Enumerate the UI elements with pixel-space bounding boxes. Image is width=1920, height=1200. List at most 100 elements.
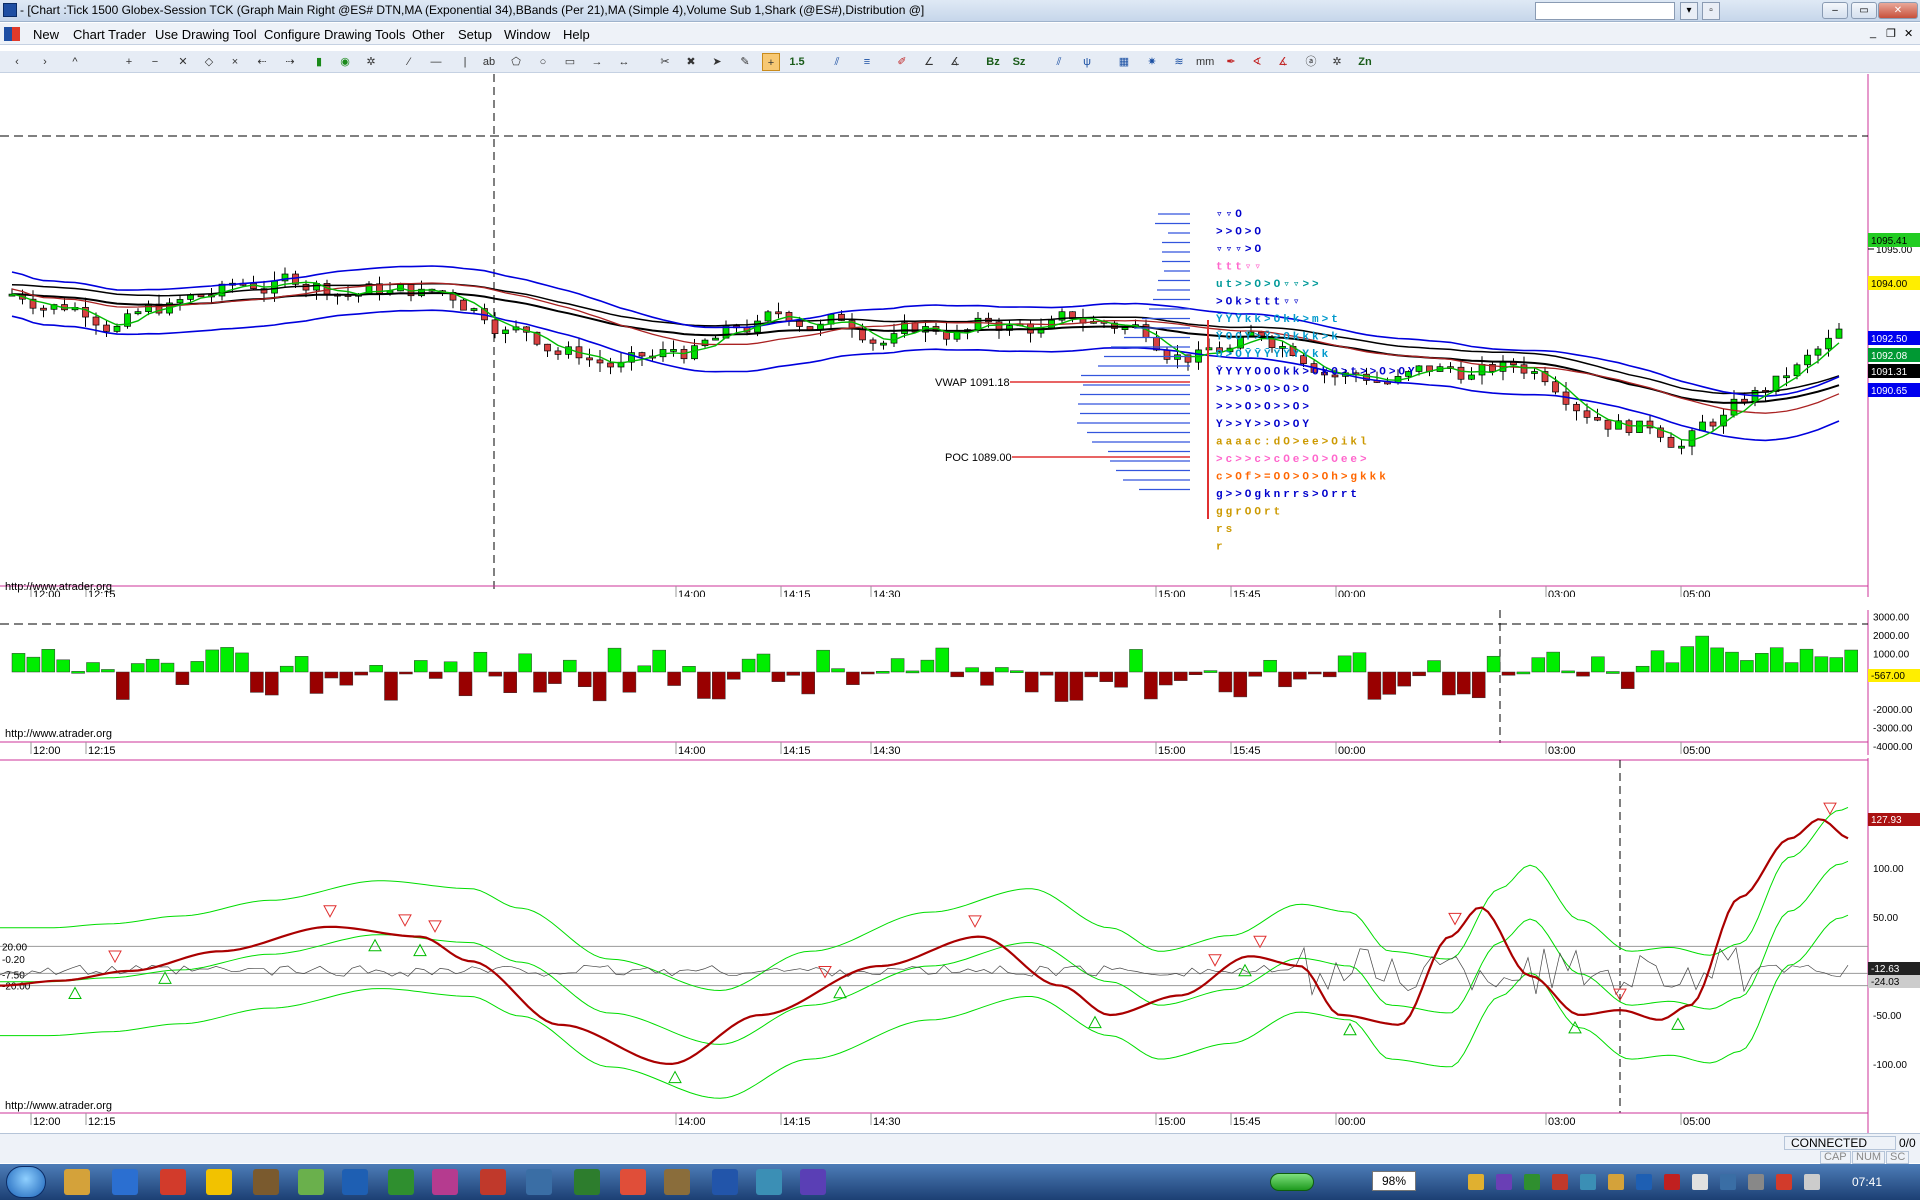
color-icon[interactable]: ▦ — [1115, 53, 1133, 71]
taskbar-app-icon[interactable] — [206, 1169, 232, 1195]
pointer-icon[interactable]: ➤ — [708, 53, 726, 71]
menu-window[interactable]: Window — [504, 27, 550, 42]
taskbar-app-icon[interactable] — [756, 1169, 782, 1195]
symbol-go-button[interactable]: ▫ — [1702, 2, 1720, 20]
angle-icon[interactable]: ∡ — [946, 53, 964, 71]
menu-other[interactable]: Other — [412, 27, 445, 42]
scroll-right-icon[interactable]: › — [36, 53, 54, 71]
tray-icon-11[interactable] — [1748, 1174, 1764, 1190]
taskbar-clock[interactable]: 07:41 — [1852, 1175, 1882, 1189]
oscillator-panel[interactable]: 150.00100.0050.000-50.00-100.0020.00-0.2… — [0, 758, 1920, 1133]
taskbar-app-icon[interactable] — [800, 1169, 826, 1195]
vertical-line-icon[interactable]: | — [456, 53, 474, 71]
delete-drawing-icon[interactable]: ✂ — [656, 53, 674, 71]
symbol-dropdown-button[interactable]: ▾ — [1680, 2, 1698, 20]
tray-icon-6[interactable] — [1608, 1174, 1624, 1190]
arrow-icon[interactable]: → — [588, 53, 606, 71]
diamond-icon[interactable]: ◇ — [200, 53, 218, 71]
bz-button[interactable]: Bz — [984, 53, 1002, 71]
tray-icon-10[interactable] — [1720, 1174, 1736, 1190]
x-marker-icon[interactable]: × — [226, 53, 244, 71]
tray-icon-5[interactable] — [1580, 1174, 1596, 1190]
double-arrow-icon[interactable]: ↔ — [615, 53, 633, 71]
cross-icon[interactable]: ✕ — [174, 53, 192, 71]
menu-configure-drawing-tools[interactable]: Configure Drawing Tools — [264, 27, 405, 42]
marker-icon[interactable]: ✐ — [893, 53, 911, 71]
volume-panel-url[interactable]: http://www.atrader.org — [5, 728, 112, 740]
taskbar-app-icon[interactable] — [160, 1169, 186, 1195]
tray-icon-1[interactable] — [1468, 1174, 1484, 1190]
pitchfork-icon[interactable]: ψ — [1078, 53, 1096, 71]
taskbar-app-icon[interactable] — [112, 1169, 138, 1195]
minimize-button[interactable]: ‒ — [1822, 2, 1848, 19]
ratio-button[interactable]: 1.5 — [788, 53, 806, 71]
taskbar-app-icon[interactable] — [253, 1169, 279, 1195]
close-button[interactable]: ✕ — [1878, 2, 1918, 19]
battery-percent[interactable]: 98% — [1372, 1171, 1416, 1191]
angle2-icon[interactable]: ∢ — [1248, 53, 1266, 71]
tray-icon-9[interactable] — [1692, 1174, 1708, 1190]
tray-icon-4[interactable] — [1552, 1174, 1568, 1190]
taskbar-app-icon[interactable] — [574, 1169, 600, 1195]
restore-button[interactable]: ▭ — [1851, 2, 1877, 19]
tray-icon-7[interactable] — [1636, 1174, 1652, 1190]
main-chart-url[interactable]: http://www.atrader.org — [5, 581, 112, 593]
taskbar-app-icon[interactable] — [526, 1169, 552, 1195]
menu-use-drawing-tool[interactable]: Use Drawing Tool — [155, 27, 257, 42]
mm-button[interactable]: mm — [1196, 53, 1214, 71]
ab-shape-icon[interactable]: ⓐ — [1302, 53, 1320, 71]
taskbar-app-icon[interactable] — [620, 1169, 646, 1195]
fib-icon[interactable]: ⫽ — [828, 53, 846, 71]
ellipse-icon[interactable]: ○ — [534, 53, 552, 71]
zn-button[interactable]: Zn — [1356, 53, 1374, 71]
volume-tray-icon[interactable] — [1804, 1174, 1820, 1190]
mdi-close-button[interactable]: ✕ — [1904, 27, 1913, 40]
rectangle-icon[interactable]: ▭ — [561, 53, 579, 71]
horizontal-line-icon[interactable]: — — [427, 53, 445, 71]
pen-icon[interactable]: ✒ — [1222, 53, 1240, 71]
dash-icon[interactable]: − — [146, 53, 164, 71]
mdi-minimize-button[interactable]: _ — [1870, 27, 1876, 39]
angle3-icon[interactable]: ∡ — [1274, 53, 1292, 71]
line-icon[interactable]: ⁄ — [400, 53, 418, 71]
peak-icon[interactable]: ^ — [66, 53, 84, 71]
crosshair-cursor-icon[interactable]: + — [762, 53, 780, 71]
polygon-icon[interactable]: ⬠ — [507, 53, 525, 71]
taskbar-app-icon[interactable] — [480, 1169, 506, 1195]
text-tool-button[interactable]: ab — [480, 53, 498, 71]
taskbar-app-icon[interactable] — [298, 1169, 324, 1195]
arrow-right-icon[interactable]: ⇢ — [281, 53, 299, 71]
main-price-chart[interactable]: 1095.001090.001095.411094.001092.501092.… — [0, 74, 1920, 597]
star-icon[interactable]: ✷ — [1143, 53, 1161, 71]
lines-icon[interactable]: ≋ — [1170, 53, 1188, 71]
tray-icon-8[interactable] — [1664, 1174, 1680, 1190]
menu-help[interactable]: Help — [563, 27, 590, 42]
delete-all-icon[interactable]: ✖ — [682, 53, 700, 71]
mdi-restore-button[interactable]: ❐ — [1886, 27, 1896, 40]
fib-retracement-icon[interactable]: ≡ — [858, 53, 876, 71]
tray-icon-2[interactable] — [1496, 1174, 1512, 1190]
taskbar-app-icon[interactable] — [388, 1169, 414, 1195]
fan-icon[interactable]: ✲ — [362, 53, 380, 71]
globe-icon[interactable]: ◉ — [336, 53, 354, 71]
chart-menu-icon[interactable] — [4, 27, 20, 41]
taskbar-app-icon[interactable] — [342, 1169, 368, 1195]
crosshair-icon[interactable]: + — [120, 53, 138, 71]
taskbar-app-icon[interactable] — [432, 1169, 458, 1195]
tray-icon-12[interactable] — [1776, 1174, 1792, 1190]
sz-button[interactable]: Sz — [1010, 53, 1028, 71]
arrow-left-icon[interactable]: ⇠ — [253, 53, 271, 71]
oscillator-panel-url[interactable]: http://www.atrader.org — [5, 1100, 112, 1112]
volume-panel[interactable]: 3000.00 2000.00 1000.00 -2000.00 -3000.00 -40… — [0, 610, 1920, 755]
menu-new[interactable]: New — [33, 27, 59, 42]
fan2-icon[interactable]: ✲ — [1328, 53, 1346, 71]
battery-gauge-icon[interactable] — [1270, 1173, 1314, 1191]
tray-icon-3[interactable] — [1524, 1174, 1540, 1190]
app-icon[interactable] — [3, 3, 17, 17]
scroll-left-icon[interactable]: ‹ — [8, 53, 26, 71]
gann-icon[interactable]: ∠ — [920, 53, 938, 71]
bar-icon[interactable]: ▮ — [310, 53, 328, 71]
trend-channel-icon[interactable]: ⫽ — [1050, 53, 1068, 71]
menu-setup[interactable]: Setup — [458, 27, 492, 42]
pencil-icon[interactable]: ✎ — [736, 53, 754, 71]
